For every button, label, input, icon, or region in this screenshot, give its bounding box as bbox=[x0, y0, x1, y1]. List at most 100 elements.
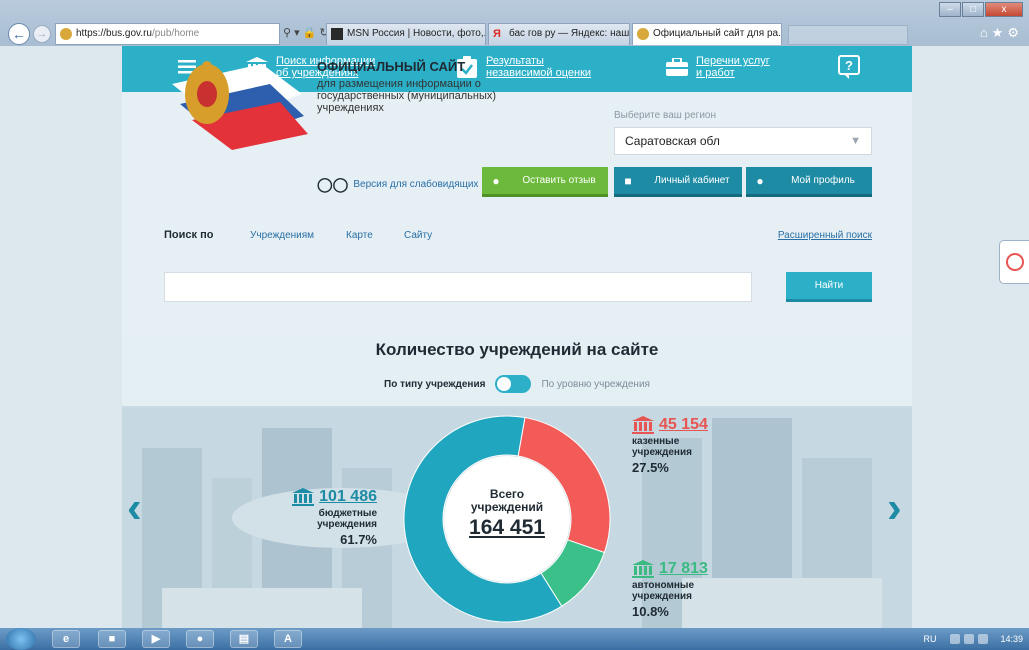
language-indicator[interactable]: RU bbox=[923, 634, 936, 644]
clock[interactable]: 14:39 bbox=[1000, 634, 1023, 644]
user-icon: ● bbox=[756, 173, 764, 188]
address-host: https://bus.gov.ru bbox=[76, 28, 152, 39]
site-container: Поиск информации об учреждениях Результа… bbox=[122, 46, 912, 628]
advanced-search-link[interactable]: Расширенный поиск bbox=[778, 230, 872, 241]
glasses-icon: ◯◯ bbox=[317, 176, 349, 192]
stat-budget-name: бюджетные учреждения bbox=[317, 508, 377, 530]
toggle-knob bbox=[497, 377, 512, 391]
nav-services[interactable]: Перечни услуг и работ bbox=[662, 52, 776, 82]
site-description: для размещения информации о государствен… bbox=[317, 78, 497, 114]
carousel-next-button[interactable]: › bbox=[887, 486, 902, 530]
carousel-prev-button[interactable]: ‹ bbox=[127, 486, 142, 530]
lock-icon: ■ bbox=[624, 173, 632, 188]
region-value: Саратовская обл bbox=[625, 134, 720, 148]
help-button[interactable]: ? bbox=[834, 52, 864, 82]
coat-of-arms-icon bbox=[637, 28, 649, 40]
start-button[interactable] bbox=[6, 628, 36, 650]
volume-icon[interactable] bbox=[978, 634, 989, 644]
system-tray: RU 14:39 bbox=[923, 628, 1023, 650]
search-options: Поиск по Учреждениям Карте Сайту Расшире… bbox=[164, 226, 872, 248]
feedback-label: Оставить отзыв bbox=[522, 174, 596, 186]
network-icon[interactable] bbox=[950, 634, 961, 644]
stat-government-name: казенные учреждения bbox=[632, 436, 692, 458]
toggle-by-type-label[interactable]: По типу учреждения bbox=[384, 379, 485, 390]
page-viewport: Поиск информации об учреждениях Результа… bbox=[0, 46, 1029, 628]
pdf-reader-icon[interactable]: A bbox=[274, 630, 302, 648]
stat-government: 45 154 казенные учреждения 27.5% bbox=[632, 416, 712, 475]
media-player-icon[interactable]: ▶ bbox=[142, 630, 170, 648]
search-by-map[interactable]: Карте bbox=[346, 230, 373, 241]
nav-ratings-label: Результаты независимой оценки bbox=[486, 55, 592, 79]
help-icon: ? bbox=[834, 52, 864, 82]
stat-budget-number-row[interactable]: 101 486 bbox=[282, 488, 377, 506]
profile-button[interactable]: ● Мой профиль bbox=[746, 167, 872, 197]
feedback-button[interactable]: ● Оставить отзыв bbox=[482, 167, 608, 197]
stat-budget: 101 486 бюджетные учреждения 61.7% bbox=[282, 488, 377, 547]
building-icon bbox=[632, 416, 654, 434]
svg-text:?: ? bbox=[845, 58, 853, 73]
search-input[interactable] bbox=[164, 272, 752, 302]
tab-label: Официальный сайт для ра... × bbox=[653, 28, 782, 39]
cabinet-button[interactable]: ■ Личный кабинет bbox=[614, 167, 742, 197]
russian-coat-of-arms-logo bbox=[162, 54, 312, 155]
stat-government-percent: 27.5% bbox=[632, 460, 669, 475]
total-value[interactable]: 164 451 bbox=[442, 516, 572, 540]
browser-chrome: – □ x ← → https://bus.gov.ru/pub/home ⚲ … bbox=[0, 0, 1029, 46]
internet-explorer-icon[interactable]: e bbox=[52, 630, 80, 648]
maximize-button[interactable]: □ bbox=[962, 2, 984, 17]
tab-label: MSN Россия | Новости, фото,... bbox=[347, 28, 486, 39]
site-title: ОФИЦИАЛЬНЫЙ САЙТ bbox=[317, 59, 466, 74]
tab-bus-gov[interactable]: Официальный сайт для ра... × bbox=[632, 23, 782, 45]
stat-autonomous-name: автономные учреждения bbox=[632, 580, 695, 602]
gosuslugi-icon bbox=[1006, 253, 1024, 271]
browser-toolbar-icons[interactable]: ⌂★⚙ bbox=[980, 25, 1023, 41]
search-by-institutions[interactable]: Учреждениям bbox=[250, 230, 314, 241]
yandex-icon: Я bbox=[493, 28, 501, 40]
stat-budget-number: 101 486 bbox=[319, 488, 377, 505]
stat-autonomous: 17 813 автономные учреждения 10.8% bbox=[632, 560, 712, 619]
region-label: Выберите ваш регион bbox=[614, 110, 716, 121]
stat-autonomous-percent: 10.8% bbox=[632, 604, 669, 619]
cabinet-label: Личный кабинет bbox=[654, 174, 730, 186]
file-explorer-icon[interactable]: ■ bbox=[98, 630, 126, 648]
flag-icon[interactable] bbox=[964, 634, 975, 644]
window-controls: – □ x bbox=[938, 2, 1023, 17]
windows-taskbar: e ■ ▶ ● ▤ A RU 14:39 bbox=[0, 628, 1029, 650]
gosuslugi-widget-button[interactable] bbox=[999, 240, 1029, 284]
dropdown-arrow-icon: ▼ bbox=[850, 135, 861, 147]
building-icon bbox=[632, 560, 654, 578]
forward-button[interactable]: → bbox=[33, 25, 51, 43]
document-app-icon[interactable]: ▤ bbox=[230, 630, 258, 648]
address-path: /pub/home bbox=[151, 28, 200, 39]
stat-autonomous-number-row[interactable]: 17 813 bbox=[632, 560, 712, 578]
tab-yandex[interactable]: Я бас гов ру — Яндекс: нашлос... bbox=[488, 23, 630, 45]
tab-label: бас гов ру — Яндекс: нашлос... bbox=[509, 28, 630, 39]
stat-government-number-row[interactable]: 45 154 bbox=[632, 416, 712, 434]
briefcase-icon bbox=[662, 52, 692, 82]
address-bar[interactable]: https://bus.gov.ru/pub/home bbox=[55, 23, 280, 45]
back-button[interactable]: ← bbox=[8, 23, 30, 45]
profile-label: Мой профиль bbox=[791, 174, 855, 186]
toggle-by-level-label[interactable]: По уровню учреждения bbox=[541, 379, 649, 390]
msn-icon bbox=[331, 28, 343, 40]
chat-bubble-icon: ● bbox=[492, 173, 500, 188]
search-by-site[interactable]: Сайту bbox=[404, 230, 432, 241]
low-vision-link[interactable]: ◯◯ Версия для слабовидящих bbox=[317, 176, 478, 193]
tab-msn[interactable]: MSN Россия | Новости, фото,... bbox=[326, 23, 486, 45]
site-favicon-icon bbox=[60, 28, 72, 40]
address-tools[interactable]: ⚲ ▾ 🔒 ↻ bbox=[283, 26, 329, 39]
minimize-button[interactable]: – bbox=[939, 2, 961, 17]
stat-budget-percent: 61.7% bbox=[340, 532, 377, 547]
toggle-switch[interactable] bbox=[495, 375, 532, 393]
nav-services-label: Перечни услуг и работ bbox=[696, 55, 770, 79]
new-tab-button[interactable] bbox=[788, 25, 908, 45]
building-icon bbox=[292, 488, 315, 506]
region-select[interactable]: Саратовская обл ▼ bbox=[614, 127, 872, 155]
close-window-button[interactable]: x bbox=[985, 2, 1023, 17]
stat-autonomous-number: 17 813 bbox=[659, 560, 708, 577]
firefox-icon[interactable]: ● bbox=[186, 630, 214, 648]
institutions-count-section: Количество учреждений на сайте По типу у… bbox=[122, 336, 912, 628]
search-by-label: Поиск по bbox=[164, 229, 214, 241]
total-label: Всего учреждений bbox=[470, 487, 544, 514]
search-button[interactable]: Найти bbox=[786, 272, 872, 302]
